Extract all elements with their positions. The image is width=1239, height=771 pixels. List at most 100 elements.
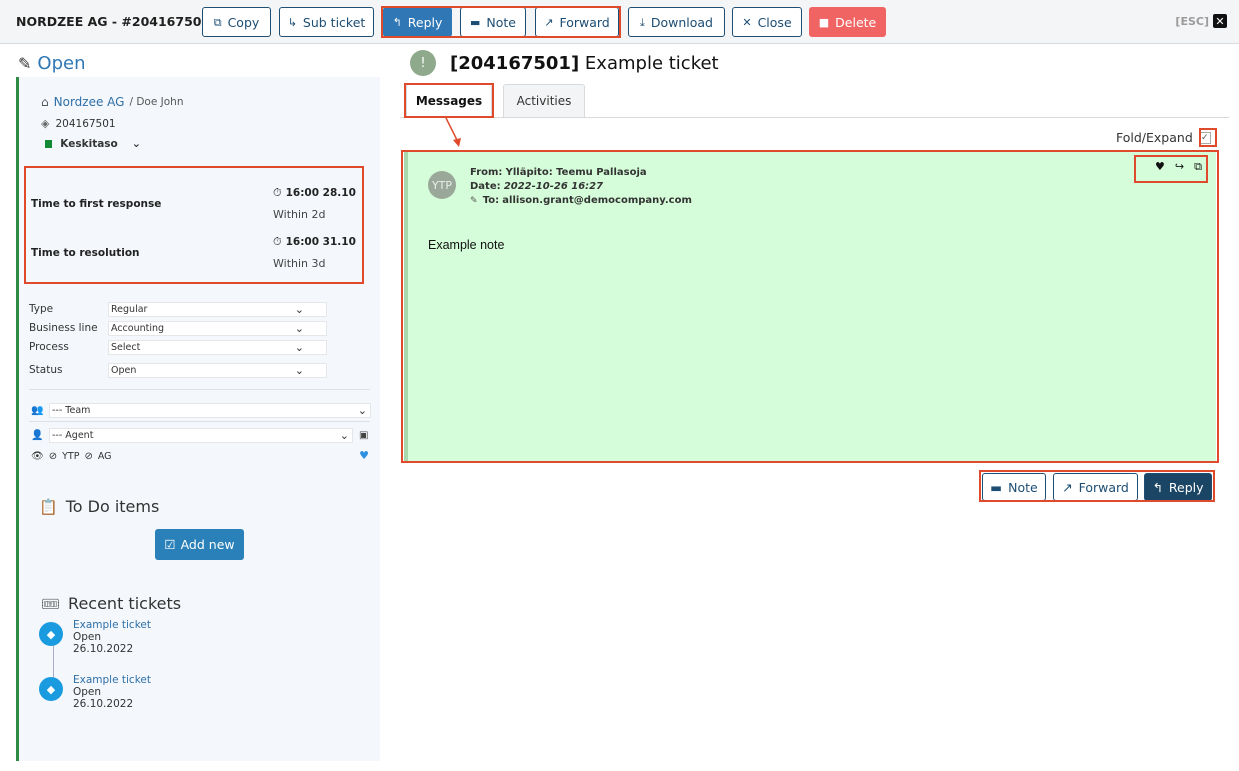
copy-icon: ⧉: [213, 15, 222, 29]
business-line-label: Business line: [29, 322, 98, 334]
delete-button[interactable]: ■ Delete: [809, 7, 886, 37]
heart-icon[interactable]: ♥: [359, 449, 369, 462]
chevron-down-icon: ⌄: [294, 363, 304, 377]
status-label: Open: [37, 53, 86, 74]
reply-icon: ↰: [392, 15, 402, 29]
company-link[interactable]: Nordzee AG: [54, 95, 125, 109]
avatar: YTP: [428, 171, 456, 199]
ticket-icon: ◆: [39, 622, 63, 646]
note-button[interactable]: ▬ Note: [460, 7, 526, 37]
status-field: Status Open ⌄: [29, 361, 329, 379]
subdirectory-arrow-icon: ↳: [287, 15, 297, 29]
forward-button-bottom[interactable]: ↗ Forward: [1053, 473, 1138, 501]
recent-ticket-status: Open: [73, 686, 102, 698]
process-value: Select: [111, 341, 141, 353]
first-response-time-value: 16:00 28.10: [285, 187, 356, 199]
priority-color-swatch: [45, 139, 53, 148]
team-value: --- Team: [52, 404, 91, 416]
priority-select[interactable]: Keskitaso ⌄: [41, 135, 141, 152]
chevron-down-icon: ⌄: [339, 428, 349, 442]
eye-off-icon[interactable]: ⊘: [49, 451, 57, 462]
resolution-label: Time to resolution: [31, 247, 140, 259]
reply-button[interactable]: ↰ Reply: [383, 7, 452, 37]
recent-tickets-heading: 🎟 Recent tickets: [41, 594, 181, 613]
close-x-icon[interactable]: ✕: [1213, 14, 1227, 28]
group-icon: 👥: [31, 404, 44, 416]
recent-ticket-link[interactable]: Example ticket: [73, 619, 151, 631]
ticket-title: [204167501] Example ticket: [450, 53, 719, 74]
ticket-id: 204167501: [55, 117, 116, 130]
agent-value: --- Agent: [52, 429, 94, 441]
expand-checkbox-icon[interactable]: ✓: [1198, 131, 1211, 144]
window-title: NORDZEE AG - #204167501: [16, 14, 211, 29]
ticket-icon: ◆: [39, 677, 63, 701]
reply-label: Reply: [1168, 479, 1204, 495]
fold-expand-toggle[interactable]: Fold/Expand ✓: [1116, 130, 1211, 145]
esc-close[interactable]: [ESC] ✕: [1175, 14, 1227, 28]
ticket-number: [204167501]: [450, 52, 580, 74]
reply-label: Reply: [407, 14, 443, 30]
forward-label: Forward: [559, 14, 610, 30]
business-line-value: Accounting: [111, 322, 165, 334]
note-button-bottom[interactable]: ▬ Note: [982, 473, 1046, 501]
agent-select[interactable]: --- Agent ⌄: [49, 427, 353, 443]
eye-off-icon[interactable]: ⊘: [84, 451, 92, 462]
fold-expand-label: Fold/Expand: [1116, 130, 1193, 145]
business-line-field: Business line Accounting ⌄: [29, 319, 329, 337]
note-label: Note: [1008, 479, 1038, 495]
message-actions: ♥ ↪ ⧉: [1155, 160, 1202, 174]
resolution-time-value: 16:00 31.10: [285, 236, 356, 248]
eye-icon: 👁: [31, 450, 44, 462]
priority-value: Keskitaso: [60, 137, 118, 150]
close-button[interactable]: ✕ Close: [732, 7, 802, 37]
visibility-ytp: YTP: [62, 450, 80, 462]
agent-field: 👤 --- Agent ⌄ ▣: [31, 427, 371, 443]
forward-label: Forward: [1078, 479, 1129, 495]
process-select[interactable]: Select ⌄: [108, 339, 327, 355]
recent-ticket-link[interactable]: Example ticket: [73, 674, 151, 686]
chevron-down-icon: ⌄: [294, 302, 304, 316]
message-body: Example note: [428, 238, 505, 252]
download-button[interactable]: ⤓ Download: [628, 7, 725, 37]
note-icon: ▬: [990, 479, 1003, 495]
note-label: Note: [486, 14, 516, 30]
alert-badge: !: [410, 50, 436, 76]
forward-button[interactable]: ↗ Forward: [535, 7, 619, 37]
sub-ticket-label: Sub ticket: [302, 14, 366, 30]
message-meta: From: Ylläpito: Teemu Pallasoja Date: 20…: [470, 166, 692, 208]
open-external-icon[interactable]: ⧉: [1194, 160, 1202, 174]
type-value: Regular: [111, 303, 148, 315]
sla-section: Time to first response ⏱ 16:00 28.10 Wit…: [27, 165, 367, 283]
clipboard-check-icon: ☑: [164, 537, 176, 552]
sub-ticket-button[interactable]: ↳ Sub ticket: [279, 7, 374, 37]
status-select[interactable]: Open ⌄: [108, 362, 327, 378]
copy-button[interactable]: ⧉ Copy: [202, 7, 271, 37]
tab-activities[interactable]: Activities: [503, 84, 585, 118]
ticket-header: ! [204167501] Example ticket: [410, 50, 719, 76]
visibility-ag: AG: [97, 450, 112, 462]
tab-messages[interactable]: Messages: [406, 84, 492, 118]
chevron-down-icon: ⌄: [131, 137, 141, 150]
process-field: Process Select ⌄: [29, 338, 329, 356]
type-select[interactable]: Regular ⌄: [108, 301, 327, 317]
status-field-label: Status: [29, 364, 63, 376]
ticket-tag-icon: ◈: [41, 117, 50, 130]
recent-ticket-item[interactable]: ◆ Example ticket Open 26.10.2022: [39, 674, 151, 710]
assign-self-icon[interactable]: ▣: [359, 430, 371, 441]
add-todo-button[interactable]: ☑ Add new: [155, 529, 244, 560]
business-line-select[interactable]: Accounting ⌄: [108, 320, 327, 336]
forward-icon[interactable]: ↪: [1175, 160, 1184, 174]
toolbar: NORDZEE AG - #204167501 ⧉ Copy ↳ Sub tic…: [0, 0, 1239, 44]
forward-icon: ↗: [1062, 479, 1073, 495]
recent-ticket-item[interactable]: ◆ Example ticket Open 26.10.2022: [39, 619, 151, 655]
team-select[interactable]: --- Team ⌄: [49, 402, 371, 418]
message-date: Date: 2022-10-26 16:27: [470, 180, 692, 194]
trash-icon: ■: [818, 15, 830, 29]
clock-icon: ⏱: [273, 186, 282, 199]
recent-ticket-date: 26.10.2022: [73, 698, 134, 710]
add-new-label: Add new: [180, 537, 235, 552]
heart-icon[interactable]: ♥: [1155, 160, 1165, 174]
message-to: ✎ To: allison.grant@democompany.com: [470, 194, 692, 208]
reply-button-bottom[interactable]: ↰ Reply: [1144, 473, 1212, 501]
home-icon: ⌂: [41, 95, 49, 109]
